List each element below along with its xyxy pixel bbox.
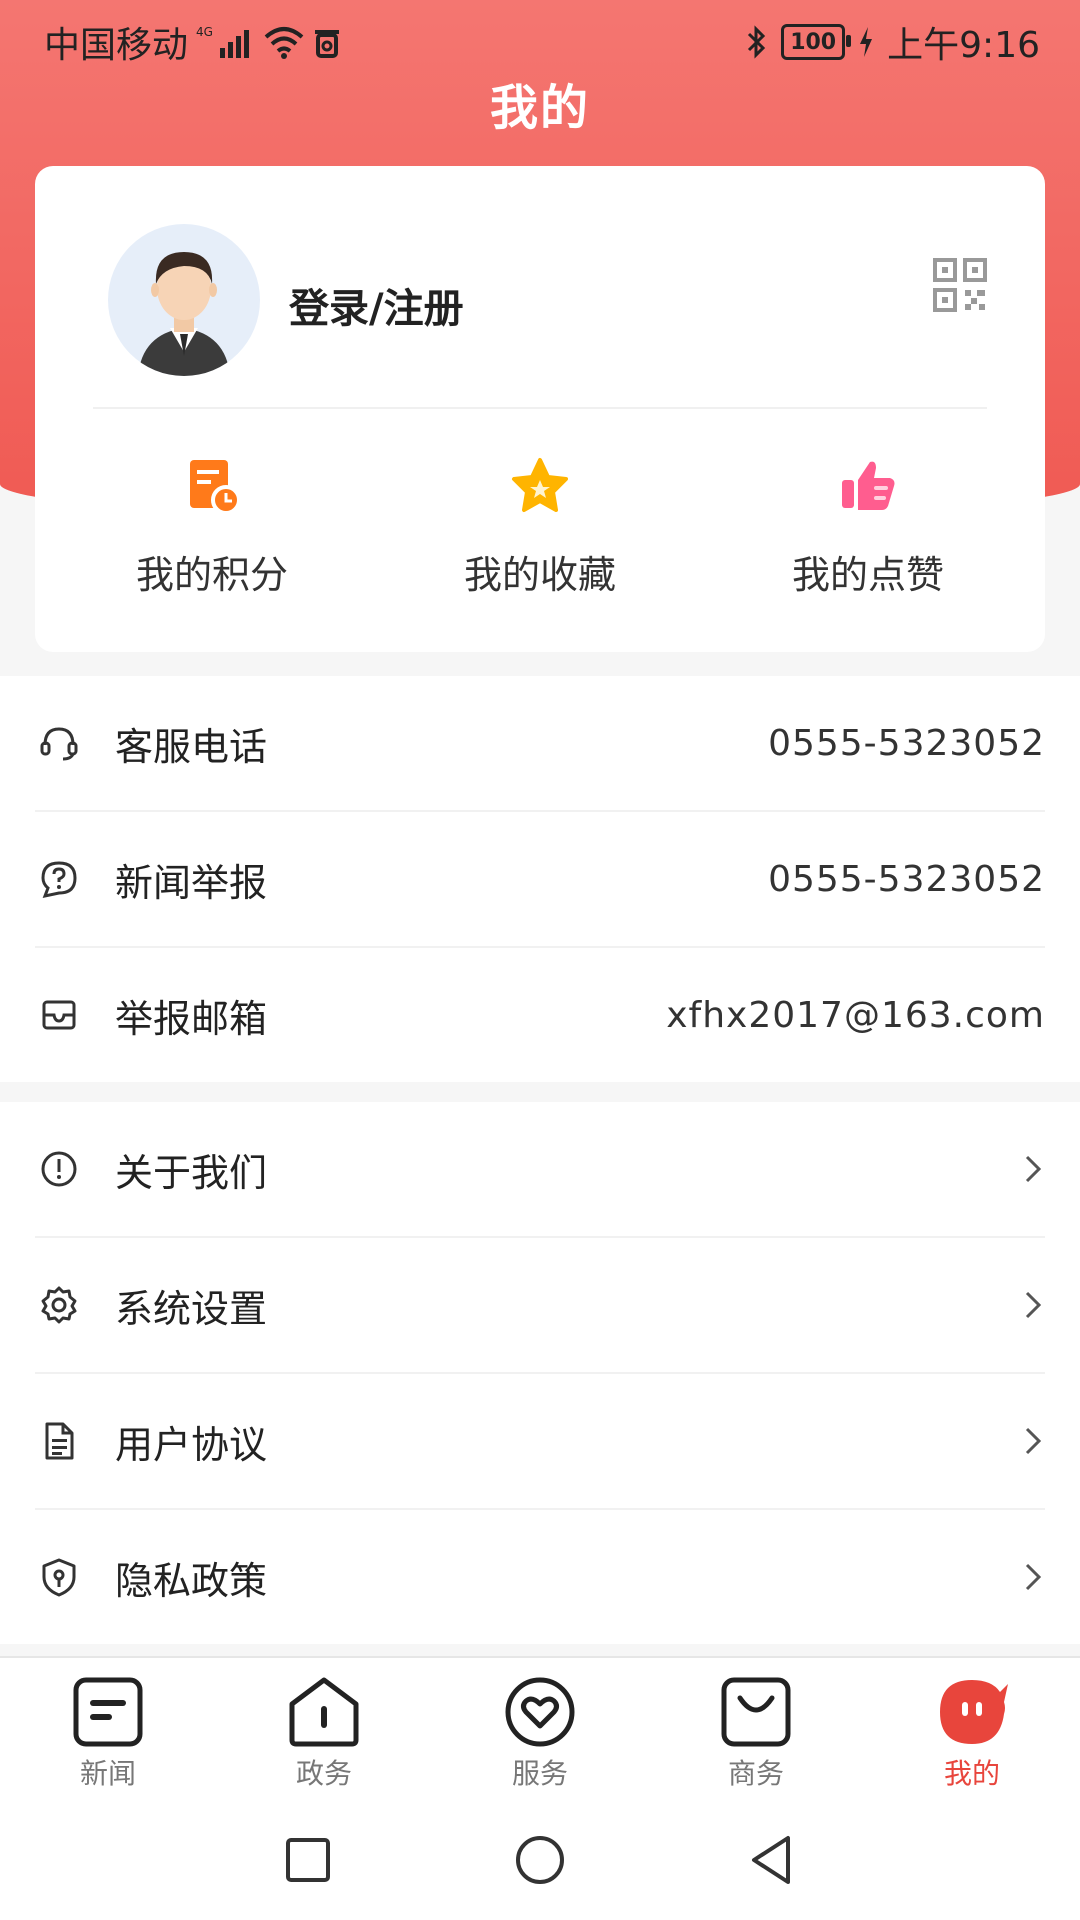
contact-row-report-email[interactable]: 举报邮箱 xfhx2017@163.com [35,948,1045,1082]
row-label: 系统设置 [115,1286,268,1331]
tab-mine[interactable]: 我的 [902,1674,1042,1792]
bluetooth-icon [745,25,767,59]
contact-row-hotline[interactable]: 客服电话 0555-5323052 [35,676,1045,812]
clock-time: 上午9:16 [887,25,1040,66]
tab-label: 新闻 [79,1757,136,1790]
recycle-bin-icon [312,26,342,58]
chevron-right-icon [1021,1421,1045,1461]
menu-item-privacy-policy[interactable]: 隐私政策 [35,1510,1045,1644]
tab-business[interactable]: 商务 [686,1674,826,1792]
quick-action-likes[interactable]: 我的点赞 [718,456,1018,599]
avatar[interactable] [108,224,260,376]
thumbs-up-icon [838,456,898,516]
report-email-address[interactable]: xfhx2017@163.com [666,995,1045,1036]
points-icon [182,456,242,516]
quick-action-points[interactable]: 我的积分 [62,456,362,599]
quick-action-label: 我的点赞 [791,553,944,597]
chevron-right-icon [1021,1557,1045,1597]
tab-government[interactable]: 政务 [254,1674,394,1792]
tab-label: 政务 [295,1757,352,1790]
menu-item-system-settings[interactable]: 系统设置 [35,1238,1045,1374]
wifi-icon [264,25,304,59]
login-register-link[interactable]: 登录/注册 [289,276,464,334]
star-icon [510,456,570,516]
hotline-number[interactable]: 0555-5323052 [768,723,1045,764]
page-title: 我的 [489,80,590,136]
status-bar: 中国移动 4G 100 上午9:16 [0,0,1080,76]
system-nav-bar [0,1790,1080,1920]
menu-item-about-us[interactable]: 关于我们 [35,1102,1045,1238]
question-bubble-icon [39,859,79,899]
tab-label: 商务 [727,1757,784,1790]
news-icon [70,1674,146,1750]
bottom-tab-bar: 新闻 政务 服务 商务 我的 [0,1656,1080,1792]
back-button[interactable] [742,1830,802,1890]
government-icon [286,1674,362,1750]
chevron-right-icon [1021,1285,1045,1325]
contact-section: 客服电话 0555-5323052 新闻举报 0555-5323052 举报邮箱… [0,676,1080,1082]
tab-label: 我的 [943,1757,1000,1790]
row-label: 隐私政策 [115,1558,268,1603]
row-label: 新闻举报 [115,860,268,905]
row-label: 关于我们 [115,1150,268,1195]
row-label: 客服电话 [115,724,268,769]
home-button[interactable] [510,1830,570,1890]
quick-action-favorites[interactable]: 我的收藏 [390,456,690,599]
document-icon [39,1421,79,1461]
signal-icon: 4G [196,24,256,60]
row-label: 用户协议 [115,1422,268,1467]
tab-news[interactable]: 新闻 [38,1674,178,1792]
contact-row-news-report[interactable]: 新闻举报 0555-5323052 [35,812,1045,948]
heart-service-icon [502,1674,578,1750]
network-type: 4G [196,25,213,39]
carrier-name: 中国移动 [44,25,189,66]
battery-level: 100 [790,29,837,55]
charging-icon [859,27,873,57]
tab-label: 服务 [511,1757,568,1790]
shopping-bag-icon [718,1674,794,1750]
info-icon [39,1149,79,1189]
quick-action-label: 我的收藏 [463,553,616,597]
profile-card: 登录/注册 我的积分 我的收藏 我的点赞 [35,166,1045,652]
shield-icon [39,1557,79,1597]
gear-icon [39,1285,79,1325]
quick-action-label: 我的积分 [135,553,288,597]
news-report-number[interactable]: 0555-5323052 [768,859,1045,900]
card-divider [93,407,987,409]
chevron-right-icon [1021,1149,1045,1189]
mail-icon [39,995,79,1035]
headset-icon [39,723,79,763]
qr-code-icon[interactable] [933,258,987,312]
settings-menu-section: 关于我们 系统设置 用户协议 隐私政策 [0,1102,1080,1644]
row-label: 举报邮箱 [115,996,268,1041]
mine-icon [934,1674,1010,1750]
recent-apps-button[interactable] [278,1830,338,1890]
battery-icon: 100 [781,24,852,60]
menu-item-user-agreement[interactable]: 用户协议 [35,1374,1045,1510]
tab-services[interactable]: 服务 [470,1674,610,1792]
